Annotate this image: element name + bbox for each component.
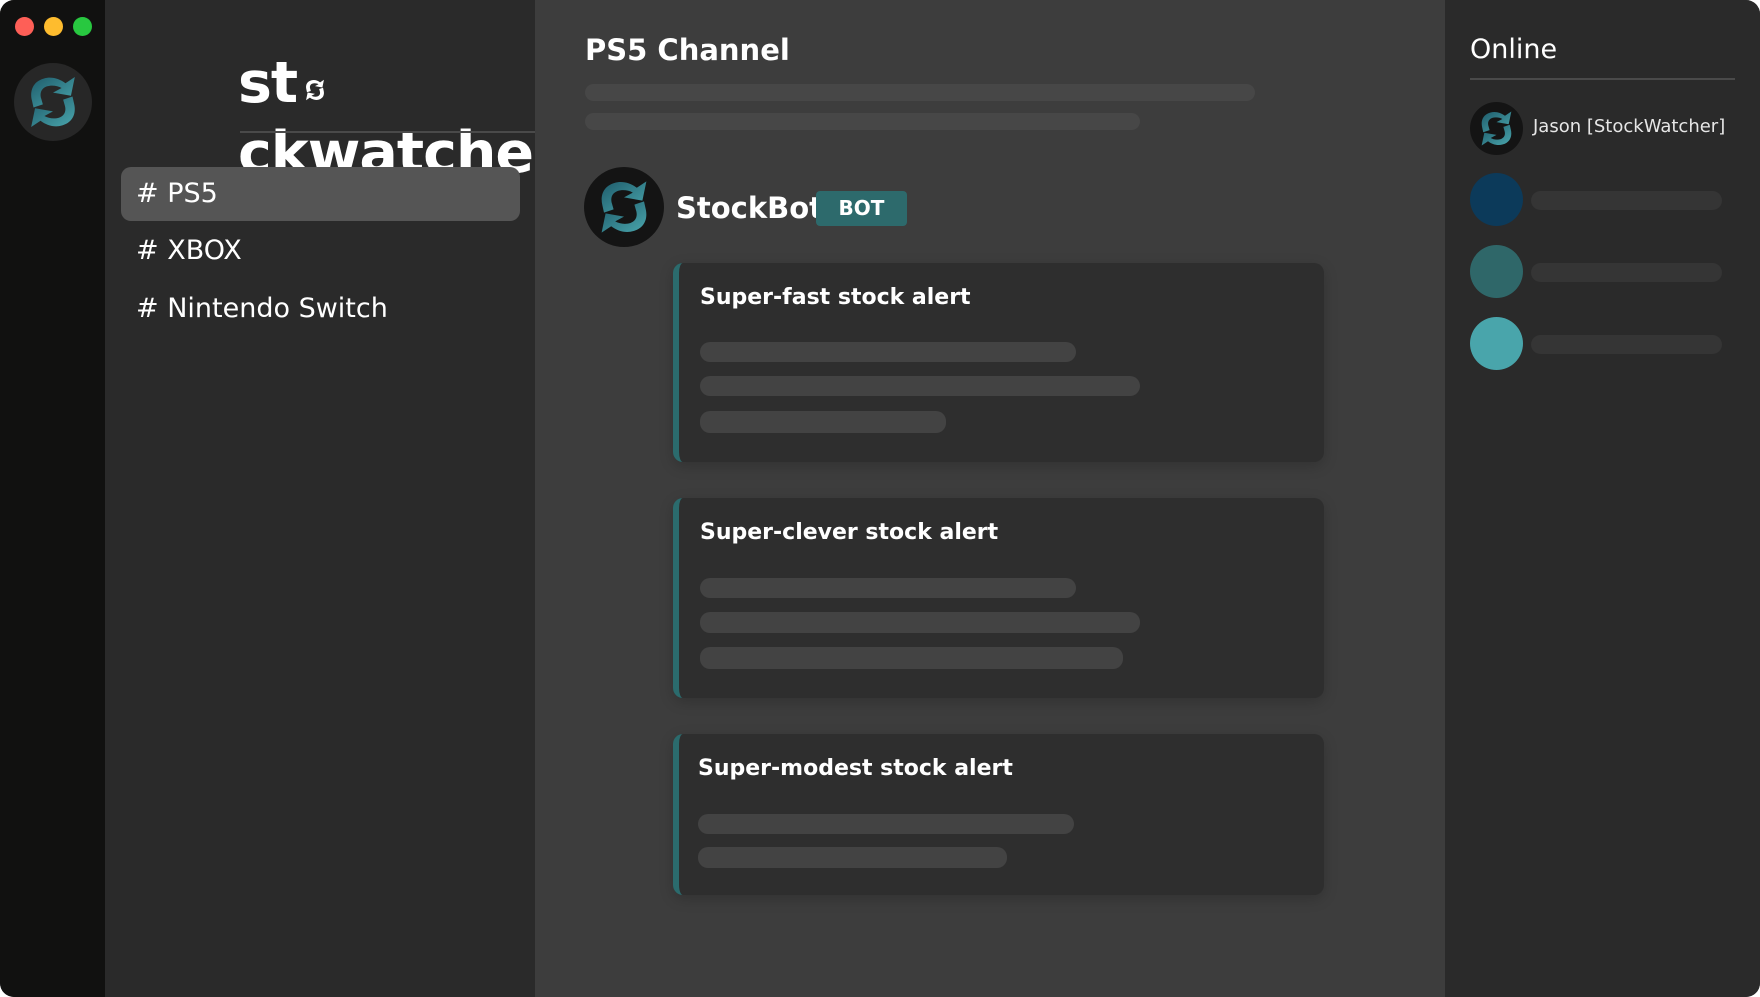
refresh-arrows-icon xyxy=(14,63,92,141)
channel-item-ps5[interactable]: # PS5 xyxy=(121,167,520,221)
alert-line-placeholder xyxy=(700,647,1123,669)
alert-card-title: Super-modest stock alert xyxy=(698,756,1013,781)
alert-card-title: Super-fast stock alert xyxy=(700,285,971,310)
alert-line-placeholder xyxy=(700,376,1140,396)
channel-sidebar: stockwatcher # PS5 # XBOX # Nintendo Swi… xyxy=(105,0,599,997)
member-name-placeholder xyxy=(1531,263,1722,282)
member-item[interactable] xyxy=(1470,173,1740,227)
channel-description-placeholder xyxy=(585,84,1255,101)
wordmark-o: o xyxy=(297,48,335,118)
online-members-panel: Online Jason [StockWatcher] xyxy=(1445,0,1760,997)
member-item[interactable] xyxy=(1470,317,1740,371)
member-item[interactable] xyxy=(1470,245,1740,299)
close-window-button[interactable] xyxy=(15,17,34,36)
server-icon-stockwatcher[interactable] xyxy=(14,63,92,141)
member-name-placeholder xyxy=(1531,191,1722,210)
alert-line-placeholder xyxy=(700,411,946,433)
alert-line-placeholder xyxy=(698,847,1007,868)
refresh-arrows-icon xyxy=(1470,102,1523,155)
minimize-window-button[interactable] xyxy=(44,17,63,36)
message-author[interactable]: StockBot xyxy=(676,188,823,228)
member-item[interactable]: Jason [StockWatcher] xyxy=(1470,102,1740,156)
alert-card: Super-modest stock alert xyxy=(673,734,1324,895)
wordmark-part: st xyxy=(238,50,298,116)
avatar xyxy=(1470,173,1523,226)
channel-main: PS5 Channel StockBot BOT Super-fast stoc… xyxy=(535,0,1445,997)
bot-avatar[interactable] xyxy=(584,167,664,247)
avatar xyxy=(1470,245,1523,298)
refresh-arrows-icon xyxy=(306,79,325,101)
alert-card: Super-fast stock alert xyxy=(673,263,1324,462)
online-heading: Online xyxy=(1470,34,1558,65)
app-window: stockwatcher # PS5 # XBOX # Nintendo Swi… xyxy=(0,0,1760,997)
channel-description-placeholder xyxy=(585,113,1140,130)
member-name: Jason [StockWatcher] xyxy=(1533,116,1726,137)
alert-line-placeholder xyxy=(700,578,1076,598)
avatar xyxy=(1470,317,1523,370)
refresh-arrows-icon xyxy=(584,167,664,247)
avatar xyxy=(1470,102,1523,155)
channel-item-xbox[interactable]: # XBOX xyxy=(121,224,520,278)
divider xyxy=(1470,78,1735,80)
alert-card-title: Super-clever stock alert xyxy=(700,520,999,545)
channel-item-nintendo-switch[interactable]: # Nintendo Switch xyxy=(121,282,520,336)
alert-line-placeholder xyxy=(700,342,1076,362)
alert-line-placeholder xyxy=(698,814,1074,834)
alert-card: Super-clever stock alert xyxy=(673,498,1324,698)
maximize-window-button[interactable] xyxy=(73,17,92,36)
server-rail xyxy=(0,0,105,997)
alert-line-placeholder xyxy=(700,612,1140,633)
channel-title: PS5 Channel xyxy=(585,33,790,67)
bot-badge: BOT xyxy=(816,191,907,226)
member-name-placeholder xyxy=(1531,335,1722,354)
